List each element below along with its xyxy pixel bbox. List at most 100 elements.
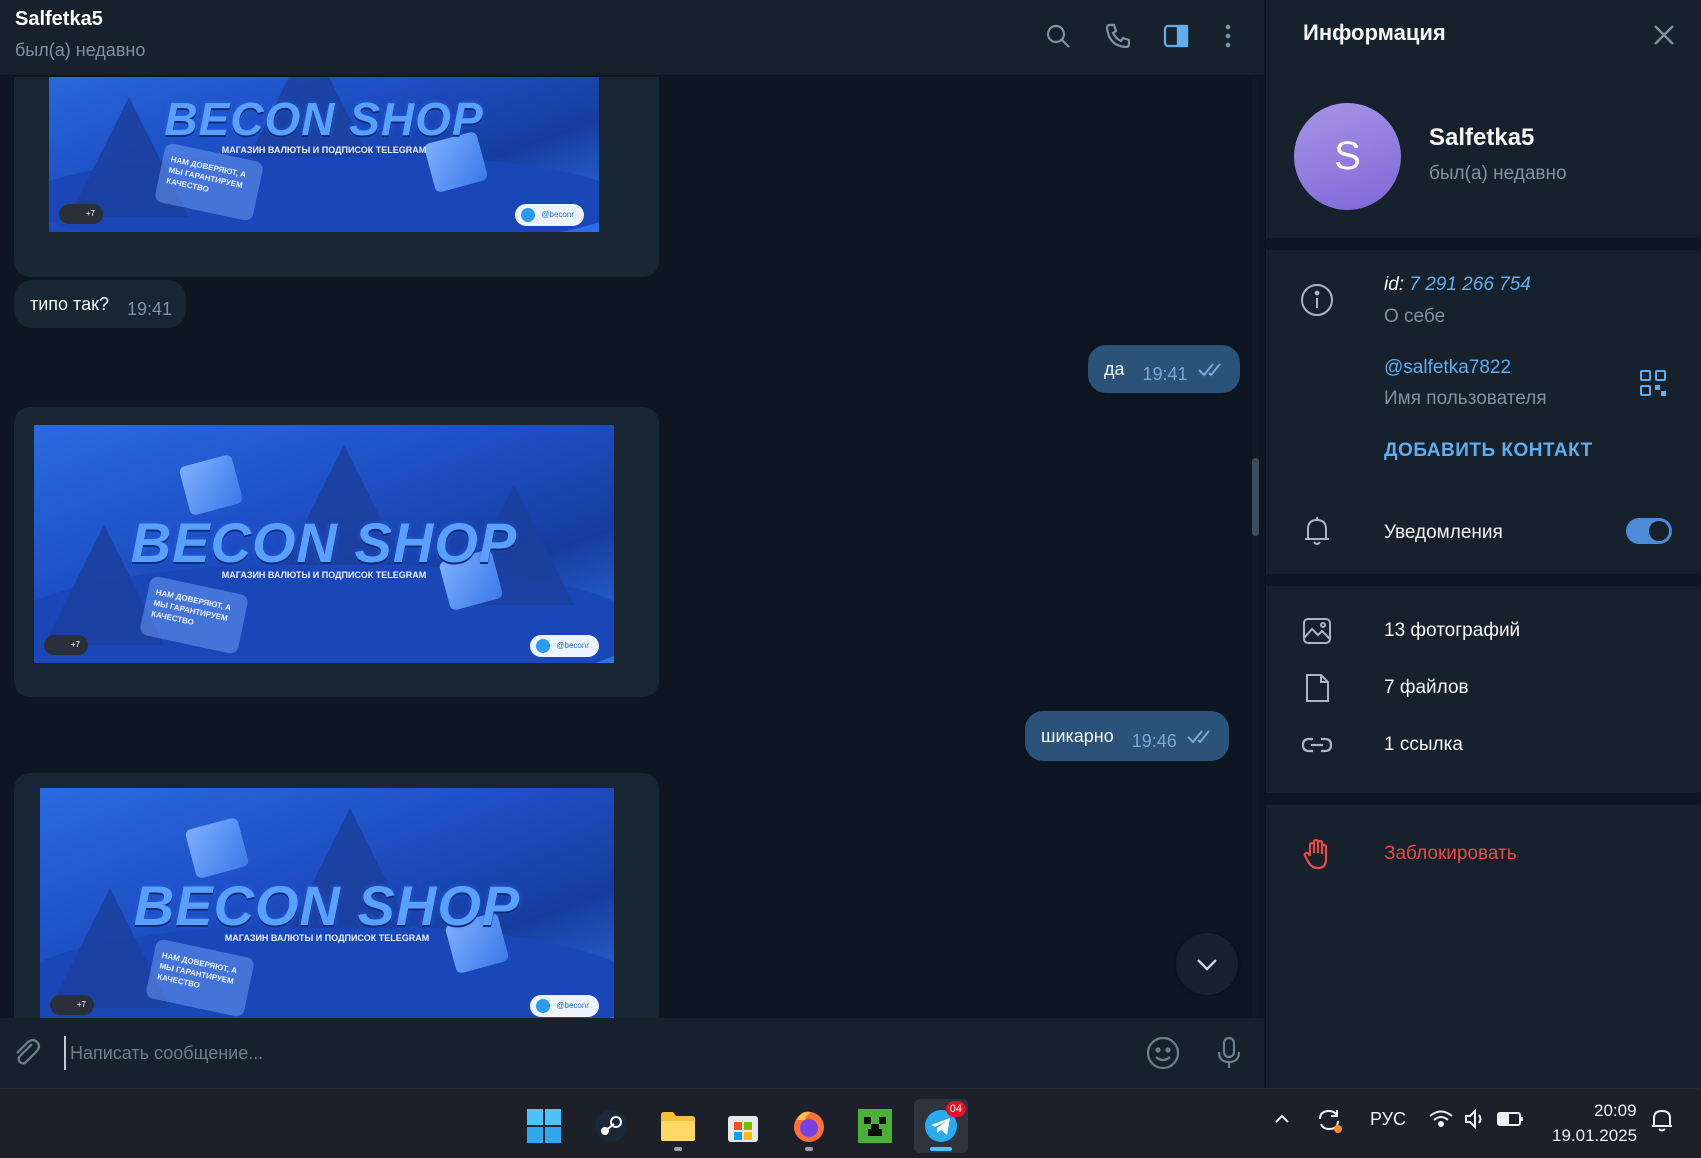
emoji-icon[interactable] (1143, 1033, 1183, 1073)
message-incoming[interactable]: типо так? 19:41 (14, 280, 187, 328)
scrollbar-track[interactable] (1252, 78, 1259, 1018)
taskbar-app-file-explorer[interactable] (651, 1099, 705, 1153)
message-time: 19:46 (1131, 730, 1177, 751)
link-icon (1299, 727, 1335, 763)
running-indicator (805, 1147, 813, 1151)
user-id-label: id: (1384, 274, 1405, 295)
profile-status: был(а) недавно (1429, 163, 1567, 184)
windows-taskbar: 04 РУС 20:09 19.01.2025 (0, 1088, 1701, 1158)
taskbar-app-minecraft[interactable] (848, 1099, 902, 1153)
section-divider (1266, 793, 1701, 805)
banner-brand: BECON SHOP (130, 511, 518, 574)
image-message[interactable]: BECON SHOP МАГАЗИН ВАЛЮТЫ И ПОДПИСОК TEL… (14, 773, 659, 1018)
close-icon[interactable] (1649, 20, 1679, 50)
section-divider (1266, 574, 1701, 586)
sync-status-button[interactable] (1314, 1105, 1344, 1140)
more-menu-icon[interactable] (1210, 18, 1246, 54)
message-list[interactable]: BECON SHOP МАГАЗИН ВАЛЮТЫ И ПОДПИСОК TEL… (0, 77, 1264, 1018)
scrollbar-thumb[interactable] (1252, 458, 1259, 536)
taskbar-app-steam[interactable] (584, 1099, 638, 1153)
notifications-label: Уведомления (1384, 522, 1503, 543)
read-checkmarks-icon (1187, 730, 1210, 744)
image-message[interactable]: BECON SHOP МАГАЗИН ВАЛЮТЫ И ПОДПИСОК TEL… (14, 407, 659, 697)
message-input[interactable] (64, 1036, 1114, 1070)
banner-tagline: МАГАЗИН ВАЛЮТЫ И ПОДПИСОК TELEGRAM (224, 933, 430, 943)
minecraft-icon (858, 1109, 892, 1143)
shared-files[interactable]: 7 файлов (1384, 677, 1469, 699)
username[interactable]: @salfetka7822 (1384, 357, 1511, 379)
sidebar-toggle-icon[interactable] (1158, 18, 1194, 54)
message-text: да (1104, 358, 1125, 379)
info-panel-title: Информация (1303, 20, 1446, 45)
image-message[interactable]: BECON SHOP МАГАЗИН ВАЛЮТЫ И ПОДПИСОК TEL… (14, 77, 659, 277)
chevron-up-icon (1275, 1114, 1289, 1123)
attach-icon[interactable] (8, 1034, 44, 1070)
taskbar-app-telegram[interactable]: 04 (914, 1099, 968, 1153)
clock-date[interactable]: 19.01.2025 (1552, 1126, 1637, 1146)
info-icon (1299, 282, 1335, 318)
show-hidden-icons-button[interactable] (1272, 1109, 1292, 1134)
banner-tagline: МАГАЗИН ВАЛЮТЫ И ПОДПИСОК TELEGRAM (221, 570, 427, 580)
network-volume-battery[interactable] (1428, 1105, 1528, 1138)
scroll-to-bottom-button[interactable] (1176, 933, 1238, 995)
clock-time[interactable]: 20:09 (1594, 1101, 1637, 1121)
input-language[interactable]: РУС (1370, 1109, 1406, 1130)
search-icon[interactable] (1040, 18, 1076, 54)
shared-photos[interactable]: 13 фотографий (1384, 620, 1520, 642)
shared-links[interactable]: 1 ссылка (1384, 734, 1463, 756)
profile-name: Salfetka5 (1429, 124, 1535, 151)
about-label: О себе (1384, 306, 1446, 327)
running-indicator (674, 1147, 682, 1151)
folder-icon (661, 1112, 695, 1141)
chat-status: был(а) недавно (15, 40, 146, 60)
telegram-window: Salfetka5 был(а) недавно BECON SHOP МАГА… (0, 0, 1701, 1088)
sync-icon (1319, 1109, 1342, 1133)
notifications-button[interactable] (1650, 1107, 1674, 1138)
user-id[interactable]: id: 7 291 266 754 (1384, 274, 1531, 296)
steam-icon (595, 1110, 627, 1142)
banner-handle: @beconr (515, 204, 584, 226)
banner-tagline: МАГАЗИН ВАЛЮТЫ И ПОДПИСОК TELEGRAM (221, 145, 427, 155)
firefox-icon (794, 1111, 824, 1142)
chat-header: Salfetka5 был(а) недавно (0, 0, 1264, 76)
phone-icon[interactable] (1100, 18, 1136, 54)
message-outgoing[interactable]: да 19:41 (1088, 345, 1240, 393)
user-id-value: 7 291 266 754 (1409, 274, 1531, 295)
unread-badge: 04 (945, 1101, 966, 1117)
taskbar-app-firefox[interactable] (782, 1099, 836, 1153)
becon-shop-banner-image[interactable]: BECON SHOP МАГАЗИН ВАЛЮТЫ И ПОДПИСОК TEL… (34, 425, 614, 663)
message-time: 19:41 (1142, 363, 1188, 384)
banner-handle: @beconr (530, 995, 599, 1017)
banner-brand: BECON SHOP (133, 874, 521, 937)
windows-start-button[interactable] (517, 1099, 571, 1153)
bell-icon (1299, 513, 1335, 549)
notifications-toggle[interactable] (1626, 518, 1672, 544)
banner-avatars: +7 (50, 995, 94, 1015)
becon-shop-banner-image[interactable]: BECON SHOP МАГАЗИН ВАЛЮТЫ И ПОДПИСОК TEL… (40, 788, 614, 1018)
microphone-icon[interactable] (1209, 1033, 1249, 1073)
qr-code-icon[interactable] (1639, 369, 1667, 397)
running-indicator (930, 1147, 952, 1151)
windows-logo-icon (527, 1109, 561, 1143)
chevron-down-icon (1197, 959, 1217, 971)
read-checkmarks-icon (1197, 363, 1221, 377)
file-icon (1299, 670, 1335, 706)
section-divider (1266, 238, 1701, 250)
banner-brand: BECON SHOP (164, 93, 484, 145)
chat-title[interactable]: Salfetka5 (15, 8, 103, 31)
message-outgoing[interactable]: шикарно 19:46 (1025, 711, 1229, 761)
block-hand-icon (1299, 836, 1335, 872)
user-info-panel: Информация S Salfetka5 был(а) недавно id… (1265, 0, 1701, 1088)
message-time: 19:41 (127, 298, 173, 319)
banner-handle: @beconr (530, 635, 599, 657)
taskbar-app-microsoft-store[interactable] (716, 1099, 770, 1153)
username-label: Имя пользователя (1384, 388, 1547, 409)
avatar[interactable]: S (1294, 103, 1401, 210)
add-contact-button[interactable]: ДОБАВИТЬ КОНТАКТ (1384, 440, 1593, 462)
message-text: типо так? (30, 293, 109, 314)
store-icon (728, 1116, 758, 1142)
becon-shop-banner-image[interactable]: BECON SHOP МАГАЗИН ВАЛЮТЫ И ПОДПИСОК TEL… (49, 77, 599, 232)
block-user-button[interactable]: Заблокировать (1384, 843, 1517, 865)
message-composer (0, 1018, 1264, 1088)
photo-icon (1299, 613, 1335, 649)
